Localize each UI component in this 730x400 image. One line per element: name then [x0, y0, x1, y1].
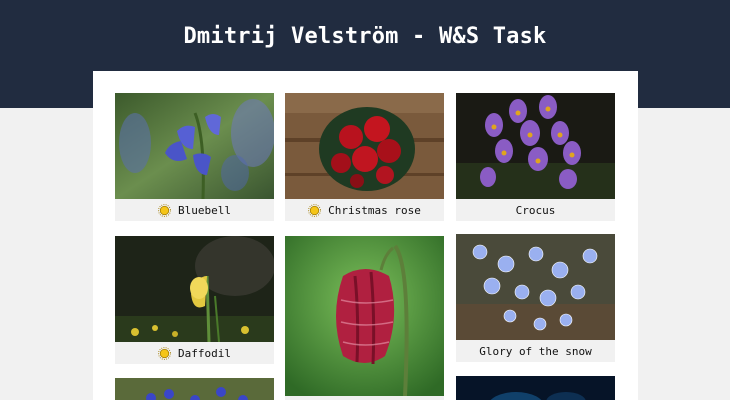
gallery-panel: Bluebell Christmas rose Crocus Daffodil …	[93, 71, 638, 400]
daffodil-photo	[115, 236, 274, 342]
bottom-right-partial-photo	[456, 376, 615, 400]
bluebell-photo	[115, 93, 274, 199]
christmas-rose-photo	[285, 93, 444, 199]
gallery-caption-label: Crocus	[515, 203, 556, 217]
gallery-caption: Glory of the snow	[456, 340, 615, 362]
gallery-caption: Christmas rose	[285, 199, 444, 221]
gallery-caption	[285, 396, 444, 400]
crocus-photo	[456, 93, 615, 199]
bottom-left-partial-photo	[115, 378, 274, 400]
gallery-caption-label: Glory of the snow	[479, 344, 592, 358]
gallery-caption-label: Bluebell	[178, 203, 231, 217]
sun-icon	[158, 203, 171, 217]
page-title: Dmitrij Velström - W&S Task	[183, 24, 547, 49]
sun-icon	[308, 203, 322, 217]
glory-of-the-snow-photo	[456, 234, 615, 340]
gallery-card-fritillary[interactable]	[285, 236, 444, 400]
gallery-card-daffodil[interactable]: Daffodil	[115, 236, 274, 364]
gallery-caption-label: Christmas rose	[328, 203, 421, 217]
sun-icon	[158, 346, 171, 360]
fritillary-photo	[285, 236, 444, 396]
gallery-caption: Daffodil	[115, 342, 274, 364]
gallery-caption-label: Daffodil	[178, 346, 231, 360]
gallery-card-glory-of-the-snow[interactable]: Glory of the snow	[456, 234, 615, 362]
gallery-caption: Bluebell	[115, 199, 274, 221]
gallery-card-christmas-rose[interactable]: Christmas rose	[285, 93, 444, 221]
gallery-caption: Crocus	[456, 199, 615, 221]
gallery-card-bluebell[interactable]: Bluebell	[115, 93, 274, 221]
gallery-card-crocus[interactable]: Crocus	[456, 93, 615, 221]
